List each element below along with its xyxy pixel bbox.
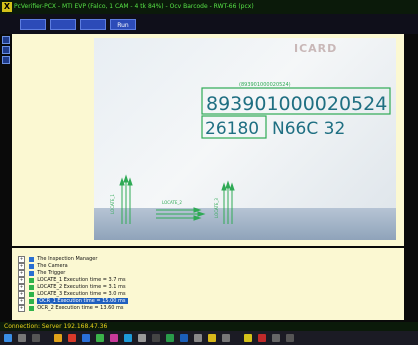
locate-tool-1 [119,174,133,224]
check-icon [28,306,34,311]
code-number: 26180 [205,119,259,139]
tree-item-label: OCR_1 Execution time = 15.00 ms [37,298,128,304]
app-icon[interactable] [82,334,90,342]
side-tool-icon-3[interactable] [2,56,10,64]
app-icon[interactable] [124,334,132,342]
toolbar-button-1[interactable] [20,19,46,30]
run-button[interactable]: Run [110,19,136,30]
expand-icon[interactable]: + [18,263,25,270]
tree-item-label: The Inspection Manager [37,256,98,262]
start-icon[interactable] [4,334,12,342]
tree-item[interactable]: + The Camera [18,263,68,270]
check-icon [28,299,34,304]
app-icon[interactable] [166,334,174,342]
search-icon[interactable] [18,334,26,342]
tree-item-label: LOCATE_2 Execution time = 3.1 ms [37,284,126,290]
tree-item[interactable]: + LOCATE_2 Execution time = 3.1 ms [18,284,126,291]
tree-item[interactable]: + LOCATE_1 Execution time = 3.7 ms [18,277,126,284]
trigger-icon [28,271,34,276]
barcode-number: 893901000020524 [206,93,387,115]
tree-item[interactable]: + OCR_2 Execution time = 13.60 ms [18,305,124,312]
tree-item-label: LOCATE_1 Execution time = 3.7 ms [37,277,126,283]
status-bar: Connection: Server 192.168.47.36 [0,322,418,331]
toolbar: Run [0,14,418,34]
expand-icon[interactable]: + [18,270,25,277]
app-icon[interactable] [258,334,266,342]
toolbar-button-2[interactable] [50,19,76,30]
browser-icon[interactable] [68,334,76,342]
window-title: PcVerifier-PCX - MTI EVP (Falco, 1 CAM -… [14,3,254,10]
app-icon[interactable] [286,334,294,342]
check-icon [28,292,34,297]
tree-item[interactable]: + The Inspection Manager [18,256,97,263]
app-icon[interactable] [180,334,188,342]
tree-item-label: The Trigger [37,270,66,276]
tree-item-label: OCR_2 Execution time = 13.60 ms [37,305,124,311]
expand-icon[interactable]: + [18,284,25,291]
locate-tool-3 [221,180,235,224]
tree-item-label: The Camera [37,263,68,269]
camera-icon [28,264,34,269]
side-tool-icon-1[interactable] [2,36,10,44]
verifier-app-icon[interactable] [244,334,252,342]
title-bar: X PcVerifier-PCX - MTI EVP (Falco, 1 CAM… [0,0,418,14]
tree-item-label: LOCATE_3 Execution time = 3.0 ms [37,291,126,297]
side-tool-icon-2[interactable] [2,46,10,54]
code-suffix: N66C 32 [272,119,345,139]
camera-image[interactable]: ICARD (893901000020524) 893901000020524 … [94,38,396,240]
app-logo-icon: X [2,2,12,12]
app-icon[interactable] [194,334,202,342]
manager-icon [28,257,34,262]
app-icon[interactable] [272,334,280,342]
task-view-icon[interactable] [32,334,40,342]
expand-icon[interactable]: + [18,277,25,284]
tree-item-selected[interactable]: + OCR_1 Execution time = 15.00 ms [18,298,128,305]
tree-item[interactable]: + LOCATE_3 Execution time = 3.0 ms [18,291,126,298]
app-icon[interactable] [222,334,230,342]
expand-icon[interactable]: + [18,291,25,298]
app-icon[interactable] [96,334,104,342]
expand-icon[interactable]: + [18,298,25,305]
toolbar-button-3[interactable] [80,19,106,30]
connection-status: Connection: Server 192.168.47.36 [4,323,108,330]
inspection-tree: + The Inspection Manager + The Camera + … [12,248,404,320]
app-icon[interactable] [138,334,146,342]
app-icon[interactable] [110,334,118,342]
inspection-overlay: (893901000020524) 893901000020524 26180 … [110,82,391,224]
taskbar [0,331,418,345]
app-icon[interactable] [208,334,216,342]
tree-item[interactable]: + The Trigger [18,270,65,277]
image-panel: ICARD (893901000020524) 893901000020524 … [12,34,404,246]
app-icon[interactable] [152,334,160,342]
barcode-small-label: (893901000020524) [239,82,291,88]
locate-label-1: LOCATE_1 [110,194,115,214]
locate-tool-2 [156,207,206,221]
expand-icon[interactable]: + [18,256,25,263]
expand-icon[interactable]: + [18,305,25,312]
locate-label-2: LOCATE_2 [162,200,182,205]
check-icon [28,278,34,283]
locate-label-3: LOCATE_3 [214,198,219,218]
check-icon [28,285,34,290]
folder-icon[interactable] [54,334,62,342]
